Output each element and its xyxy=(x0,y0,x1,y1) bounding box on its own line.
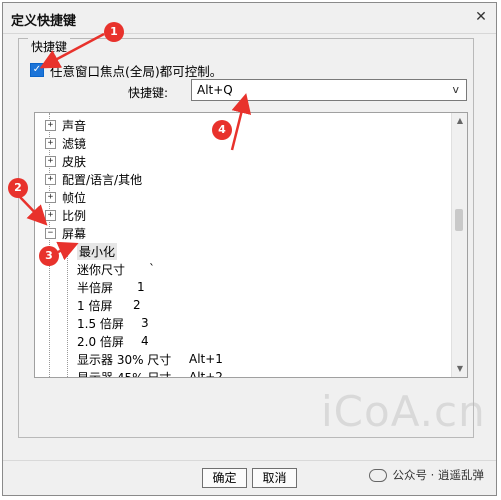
tree-child-30pct[interactable]: 显示器 30% 尺寸 Alt+1 xyxy=(77,350,223,368)
close-button[interactable]: ✕ xyxy=(470,7,492,27)
annotation-badge-4: 4 xyxy=(212,120,232,140)
tree-child-1-5x[interactable]: 1.5 倍屏 3 xyxy=(77,314,149,332)
tree-child-45pct[interactable]: 显示器 45% 尺寸 Alt+2 xyxy=(77,368,223,378)
tree-child-label: 显示器 45% 尺寸 xyxy=(77,370,172,378)
tree-node-label: 屏幕 xyxy=(62,226,87,241)
scroll-thumb[interactable] xyxy=(455,209,463,231)
tree-node-label: 滤镜 xyxy=(62,136,87,151)
hotkey-label: 快捷键: xyxy=(128,86,169,100)
tree-child-label: 迷你尺寸 xyxy=(77,262,126,277)
tree-node-frame[interactable]: + 帧位 xyxy=(45,188,86,206)
tree-child-mini[interactable]: 迷你尺寸 ` xyxy=(77,260,155,278)
tree-child-2x[interactable]: 2.0 倍屏 4 xyxy=(77,332,149,350)
tree-child-key: 3 xyxy=(141,316,149,330)
tree-node-label: 帧位 xyxy=(62,190,87,205)
tree-node-filter[interactable]: + 滤镜 xyxy=(45,134,86,152)
tree-child-label: 半倍屏 xyxy=(77,280,114,295)
tree-scrollbar[interactable]: ▲ ▼ xyxy=(451,113,467,377)
scroll-down-icon[interactable]: ▼ xyxy=(452,361,467,377)
tree-node-config[interactable]: + 配置/语言/其他 xyxy=(45,170,142,188)
global-checkbox-row[interactable]: ✓ 任意窗口焦点(全局)都可控制。 xyxy=(30,62,223,79)
tree-node-screen[interactable]: − 屏幕 xyxy=(45,224,86,242)
tree-child-label: 1 倍屏 xyxy=(77,298,113,313)
expand-icon[interactable]: + xyxy=(45,137,56,149)
tree-child-key: Alt+1 xyxy=(189,352,223,366)
tree-child-half[interactable]: 半倍屏 1 xyxy=(77,278,145,296)
tree-child-label: 显示器 30% 尺寸 xyxy=(77,352,172,367)
credit-text: 公众号 · 逍遥乱弹 xyxy=(392,468,484,482)
global-checkbox-label: 任意窗口焦点(全局)都可控制。 xyxy=(50,63,223,79)
annotation-badge-2: 2 xyxy=(8,178,28,198)
tree-child-1x[interactable]: 1 倍屏 2 xyxy=(77,296,141,314)
tree-child-key: ` xyxy=(149,262,155,276)
tree-node-label: 比例 xyxy=(62,208,87,223)
command-tree[interactable]: + 声音 + 滤镜 + 皮肤 + 配置/语言/其他 + 帧位 + 比例 − 屏幕… xyxy=(34,112,468,378)
expand-icon[interactable]: + xyxy=(45,191,56,203)
expand-icon[interactable]: + xyxy=(45,119,56,131)
title-bar: 定义快捷键 ✕ xyxy=(3,3,496,34)
tree-child-key: Alt+2 xyxy=(189,370,223,378)
cancel-button[interactable]: 取消 xyxy=(252,468,297,488)
tree-node-label: 配置/语言/其他 xyxy=(62,172,143,187)
global-checkbox[interactable]: ✓ xyxy=(30,63,44,77)
tree-node-label: 声音 xyxy=(62,118,87,133)
tree-child-label: 最小化 xyxy=(77,242,118,260)
expand-icon[interactable]: + xyxy=(45,173,56,185)
tree-child-label: 2.0 倍屏 xyxy=(77,334,124,349)
tree-child-key: 2 xyxy=(133,298,141,312)
tree-guide-line-child xyxy=(67,253,68,377)
wechat-icon xyxy=(368,468,387,482)
tree-child-label: 1.5 倍屏 xyxy=(77,316,124,331)
annotation-badge-3: 3 xyxy=(39,246,59,266)
annotation-badge-1: 1 xyxy=(104,22,124,42)
ok-button[interactable]: 确定 xyxy=(202,468,247,488)
credit: 公众号 · 逍遥乱弹 xyxy=(368,467,484,483)
hotkey-value: Alt+Q xyxy=(197,83,233,97)
chevron-down-icon[interactable]: v xyxy=(452,83,459,96)
expand-icon[interactable]: + xyxy=(45,209,56,221)
tree-node-ratio[interactable]: + 比例 xyxy=(45,206,86,224)
hotkey-select[interactable]: Alt+Q v xyxy=(191,79,467,101)
expand-icon[interactable]: + xyxy=(45,155,56,167)
bottom-bar: 确定 取消 公众号 · 逍遥乱弹 xyxy=(3,460,496,495)
window-title: 定义快捷键 xyxy=(11,14,77,29)
tree-node-label: 皮肤 xyxy=(62,154,87,169)
tree-child-key: 4 xyxy=(141,334,149,348)
tree-child-key: 1 xyxy=(137,280,145,294)
tree-node-skin[interactable]: + 皮肤 xyxy=(45,152,86,170)
tree-node-sound[interactable]: + 声音 xyxy=(45,116,86,134)
collapse-icon[interactable]: − xyxy=(45,227,56,239)
scroll-up-icon[interactable]: ▲ xyxy=(452,113,467,129)
tree-child-minimize[interactable]: 最小化 xyxy=(77,242,118,260)
group-label: 快捷键 xyxy=(28,38,71,55)
